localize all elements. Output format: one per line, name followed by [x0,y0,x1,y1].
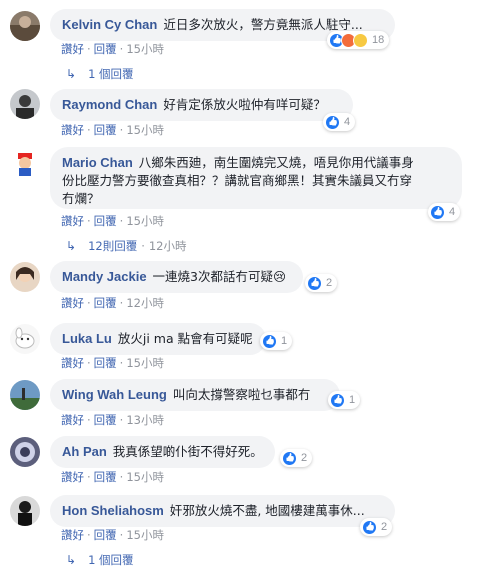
like-icon [262,333,277,349]
comment-time[interactable]: 13小時 [126,413,164,427]
reaction-count: 4 [344,116,351,128]
comment-text: 一連燒3次都話冇可疑😢 [152,269,287,284]
comment-time[interactable]: 15小時 [126,470,164,484]
comment-text: 放火ji ma 點會有可疑呢 [117,331,253,346]
comment-actions: 讚好 · 回覆 · 12小時 [61,296,164,310]
comment-actions: 讚好 · 回覆 · 15小時 [61,356,164,370]
comment-text: 奸邪放火燒不盡, 地國樓建萬事休... [169,503,365,518]
comment-actions: 讚好 · 回覆 · 15小時 [61,470,164,484]
comment-text: 我真係望啲仆街不得好死。 [112,444,263,459]
avatar[interactable] [10,11,40,41]
comment-bubble: Luka Lu 放火ji ma 點會有可疑呢 [50,323,266,355]
commenter-name[interactable]: Raymond Chan [62,97,157,112]
like-icon [330,392,345,408]
reactions-summary[interactable]: 2 [280,449,313,467]
comment-time[interactable]: 12小時 [126,296,164,310]
like-button[interactable]: 讚好 [61,296,84,310]
reply-button[interactable]: 回覆 [94,528,117,542]
comment-actions: 讚好 · 回覆 · 15小時 [61,528,164,542]
reactions-summary[interactable]: 2 [360,518,393,536]
comment-text: 好肯定係放火啦仲有咩可疑？ [163,97,326,112]
like-icon [307,275,322,291]
like-button[interactable]: 讚好 [61,413,84,427]
like-button[interactable]: 讚好 [61,123,84,137]
avatar[interactable] [10,89,40,119]
view-replies-link[interactable]: ↳ 12則回覆 · 12小時 [66,238,187,254]
commenter-name[interactable]: Mario Chan [62,155,133,170]
comment-bubble: Raymond Chan 好肯定係放火啦仲有咩可疑？ [50,89,353,121]
sad-icon [353,32,368,48]
comment-text-line: 八鄉朱西廸，南生圍燒完又燒，唔見你用代議事身 [138,155,414,170]
reply-button[interactable]: 回覆 [94,214,117,228]
reaction-count: 1 [349,394,356,406]
replies-count[interactable]: 12則回覆 [88,238,137,254]
view-replies-link[interactable]: ↳ 1 個回覆 [66,66,134,82]
reaction-count: 2 [381,521,388,533]
comment-bubble: Hon Sheliahosm 奸邪放火燒不盡, 地國樓建萬事休... [50,495,395,527]
reaction-count: 2 [301,452,308,464]
like-button[interactable]: 讚好 [61,470,84,484]
reply-arrow-icon: ↳ [66,239,77,253]
commenter-name[interactable]: Hon Sheliahosm [62,503,164,518]
reactions-summary[interactable]: 1 [260,332,293,350]
reaction-count: 2 [326,277,333,289]
comment-bubble: Mario Chan 八鄉朱西廸，南生圍燒完又燒，唔見你用代議事身 份比壓力警方要… [50,147,462,209]
comment-actions: 讚好 · 回覆 · 13小時 [61,413,164,427]
commenter-name[interactable]: Mandy Jackie [62,269,147,284]
like-button[interactable]: 讚好 [61,356,84,370]
comment-time[interactable]: 15小時 [126,42,164,56]
reactions-summary[interactable]: 2 [305,274,338,292]
commenter-name[interactable]: Luka Lu [62,331,112,346]
like-icon [362,519,377,535]
view-replies-link[interactable]: ↳ 1 個回覆 [66,552,134,568]
commenter-name[interactable]: Wing Wah Leung [62,387,167,402]
replies-time: 12小時 [148,239,187,253]
avatar[interactable] [10,437,40,467]
like-icon [325,114,340,130]
reaction-count: 18 [372,34,385,46]
like-icon [430,204,445,220]
reactions-summary[interactable]: 18 [327,31,390,49]
commenter-name[interactable]: Kelvin Cy Chan [62,17,157,32]
reply-button[interactable]: 回覆 [94,42,117,56]
comment-actions: 讚好 · 回覆 · 15小時 [61,123,164,137]
reaction-count: 4 [449,206,456,218]
avatar[interactable] [10,148,40,178]
comment-bubble: Mandy Jackie 一連燒3次都話冇可疑😢 [50,261,303,293]
reply-arrow-icon: ↳ [66,553,77,567]
comment-bubble: Wing Wah Leung 叫向太撐警察啦乜事都冇 [50,379,340,411]
comment-time[interactable]: 15小時 [126,528,164,542]
reply-arrow-icon: ↳ [66,67,77,81]
replies-count[interactable]: 1 個回覆 [88,552,133,568]
reply-button[interactable]: 回覆 [94,413,117,427]
like-icon [282,450,297,466]
reply-button[interactable]: 回覆 [94,296,117,310]
reply-button[interactable]: 回覆 [94,470,117,484]
comment-actions: 讚好 · 回覆 · 15小時 [61,214,164,228]
replies-count[interactable]: 1 個回覆 [88,66,133,82]
reaction-count: 1 [281,335,288,347]
comment-text: 叫向太撐警察啦乜事都冇 [172,387,311,402]
reactions-summary[interactable]: 4 [428,203,461,221]
reactions-summary[interactable]: 1 [328,391,361,409]
comment-time[interactable]: 15小時 [126,214,164,228]
comment-text: 近日多次放火，警方竟無派人駐守... [163,17,363,32]
comment-text-line: 冇爛？ [62,191,100,206]
comment-time[interactable]: 15小時 [126,356,164,370]
reply-button[interactable]: 回覆 [94,123,117,137]
commenter-name[interactable]: Ah Pan [62,444,107,459]
comment-time[interactable]: 15小時 [126,123,164,137]
avatar[interactable] [10,262,40,292]
comment-actions: 讚好 · 回覆 · 15小時 [61,42,164,56]
reactions-summary[interactable]: 4 [323,113,356,131]
like-button[interactable]: 讚好 [61,214,84,228]
avatar[interactable] [10,380,40,410]
reply-button[interactable]: 回覆 [94,356,117,370]
like-button[interactable]: 讚好 [61,42,84,56]
like-button[interactable]: 讚好 [61,528,84,542]
avatar[interactable] [10,496,40,526]
comment-text-line: 份比壓力警方要徹查真相？？講就官商鄉黑！其實朱議員又冇穿 [62,173,413,188]
avatar[interactable] [10,324,40,354]
comment-bubble: Ah Pan 我真係望啲仆街不得好死。 [50,436,275,468]
